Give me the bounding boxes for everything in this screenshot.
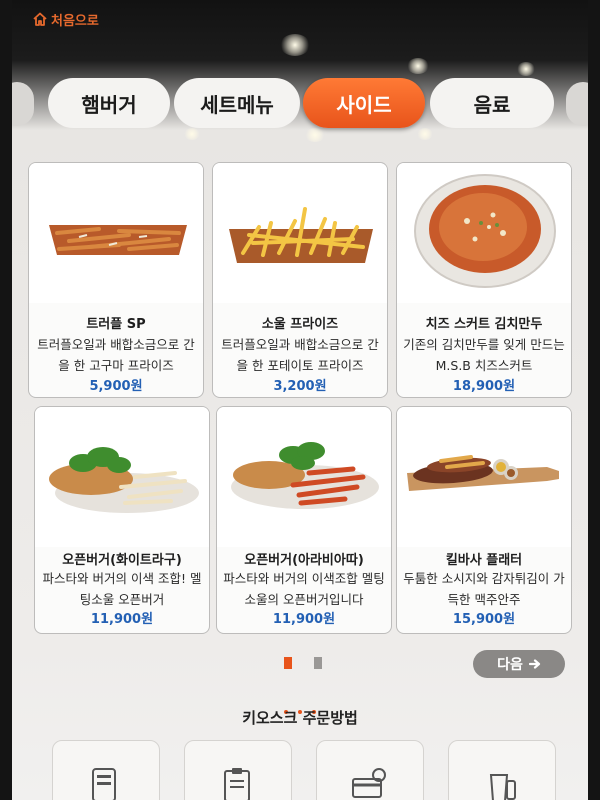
menu-item-name: 킬바사 플래터 [445, 553, 523, 568]
menu-item-desc: 파스타와 버거의 이색조합 멜팅소울의 오픈버거입니다 [223, 571, 385, 607]
menu-item-image [397, 407, 571, 547]
menu-item-price: 18,900원 [452, 379, 516, 394]
menu-item-desc: 트러플오일과 배합소금으로 간을 한 포테이토 프라이즈 [221, 337, 379, 373]
menu-item-price: 3,200원 [273, 379, 327, 394]
category-tabs: 햄버거 세트메뉴 사이드 음료 [12, 78, 588, 130]
tab-set-menu[interactable]: 세트메뉴 [174, 78, 300, 128]
tab-label: 햄버거 [81, 92, 137, 117]
tab-hamburger[interactable]: 햄버거 [48, 78, 170, 128]
menu-item-price: 5,900원 [89, 379, 143, 394]
kiosk-screen-icon [92, 768, 116, 800]
tabs-scroll-right[interactable] [566, 82, 588, 126]
menu-item-name: 트러플 SP [86, 317, 146, 332]
menu-item-price: 15,900원 [452, 612, 516, 627]
guide-card-kiosk[interactable] [52, 740, 160, 800]
menu-item-image [217, 407, 391, 547]
menu-card-open-burger-white-ragu[interactable]: 오픈버거(화이트라구) 파스타와 버거의 이색 조합! 멜팅소울 오픈버거 11… [34, 406, 210, 634]
menu-item-name: 오픈버거(아라비아따) [244, 553, 364, 568]
next-label: 다음 [497, 657, 523, 673]
guide-card-drink[interactable] [448, 740, 556, 800]
menu-board-icon [224, 768, 250, 800]
page-indicator-active[interactable] [284, 657, 292, 669]
guide-card-menu[interactable] [184, 740, 292, 800]
menu-item-image [29, 163, 203, 303]
menu-item-price: 11,900원 [90, 612, 154, 627]
menu-card-open-burger-arrabbiata[interactable]: 오픈버거(아라비아따) 파스타와 버거의 이색조합 멜팅소울의 오픈버거입니다 … [216, 406, 392, 634]
card-payment-icon [352, 768, 386, 798]
next-page-button[interactable]: 다음 [473, 650, 565, 678]
menu-item-desc: 기존의 김치만두를 잊게 만드는 M.S.B 치즈스커트 [403, 337, 565, 373]
menu-item-name: 치즈 스커트 김치만두 [425, 317, 543, 332]
tab-side[interactable]: 사이드 [303, 78, 425, 128]
menu-card-cheese-kimchi-dumpling[interactable]: 치즈 스커트 김치만두 기존의 김치만두를 잊게 만드는 M.S.B 치즈스커트… [396, 162, 572, 398]
menu-card-soul-fries[interactable]: 소울 프라이즈 트러플오일과 배합소금으로 간을 한 포테이토 프라이즈 3,2… [212, 162, 388, 398]
menu-item-price: 11,900원 [272, 612, 336, 627]
light-reflection [407, 58, 429, 74]
menu-item-name: 오픈버거(화이트라구) [62, 553, 182, 568]
home-button[interactable]: 처음으로 [32, 9, 99, 29]
drink-cup-icon [489, 774, 516, 800]
home-icon [33, 12, 47, 26]
guide-title: 키오스크 주문방법 [242, 709, 358, 727]
menu-item-desc: 파스타와 버거의 이색 조합! 멜팅소울 오픈버거 [42, 571, 202, 607]
menu-item-image [35, 407, 209, 547]
menu-item-image [213, 163, 387, 303]
menu-item-desc: 트러플오일과 배합소금으로 간을 한 고구마 프라이즈 [37, 337, 195, 373]
home-label: 처음으로 [51, 13, 99, 29]
menu-item-desc: 두툼한 소시지와 감자튀김이 가득한 맥주안주 [403, 571, 565, 607]
tab-label: 세트메뉴 [200, 92, 274, 117]
light-reflection [280, 34, 310, 56]
menu-item-name: 소울 프라이즈 [261, 317, 339, 332]
menu-item-image [397, 163, 571, 303]
page-indicator-inactive[interactable] [314, 657, 322, 669]
menu-card-truffle-sp[interactable]: 트러플 SP 트러플오일과 배합소금으로 간을 한 고구마 프라이즈 5,900… [28, 162, 204, 398]
tab-label: 음료 [473, 92, 511, 117]
tabs-scroll-left[interactable] [12, 82, 34, 126]
menu-card-kielbasa-platter[interactable]: 킬바사 플래터 두툼한 소시지와 감자튀김이 가득한 맥주안주 15,900원 [396, 406, 572, 634]
light-reflection [305, 128, 325, 142]
kiosk-screen: 처음으로 햄버거 세트메뉴 사이드 음료 트러플 SP 트러플오일과 배합소금으… [12, 0, 588, 800]
arrow-right-icon [528, 659, 540, 669]
tab-drinks[interactable]: 음료 [430, 78, 554, 128]
tab-label: 사이드 [336, 92, 392, 117]
guide-card-payment[interactable] [316, 740, 424, 800]
light-reflection [517, 62, 535, 76]
